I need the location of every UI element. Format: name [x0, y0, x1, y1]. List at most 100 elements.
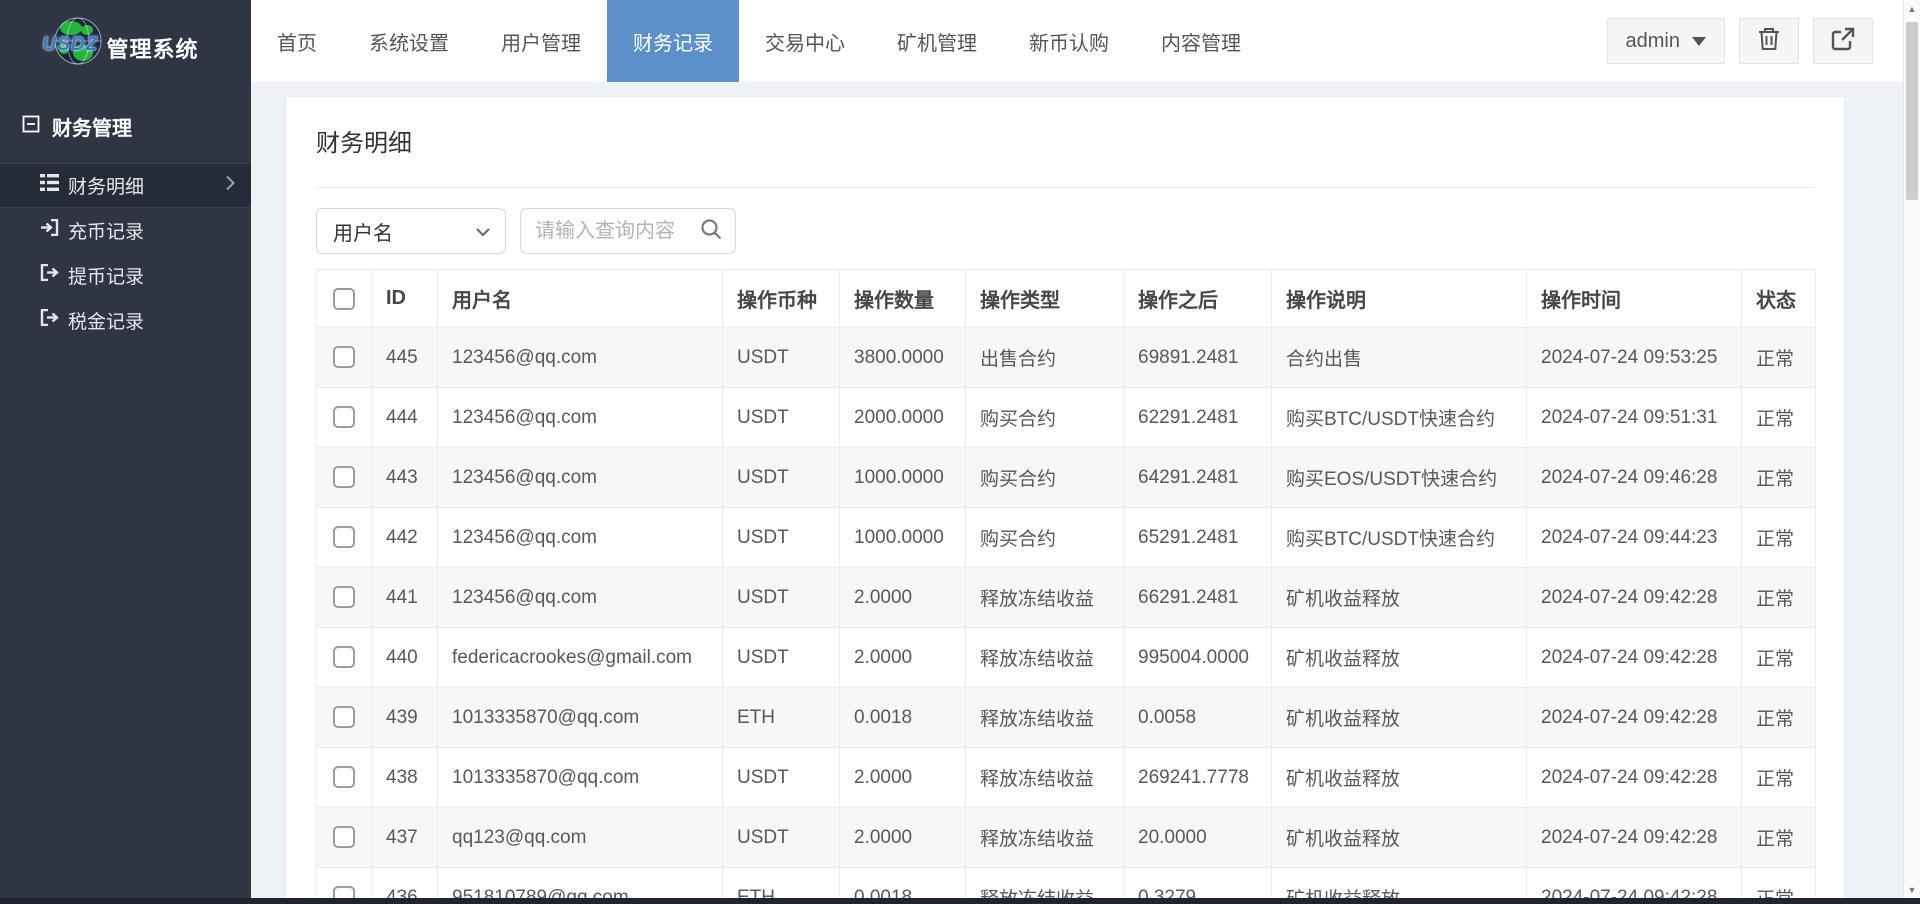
- cell-username: 123456@qq.com: [438, 508, 723, 568]
- globe-logo-icon: USDZ: [52, 15, 104, 67]
- row-checkbox[interactable]: [333, 586, 355, 608]
- cell-after: 62291.2481: [1124, 388, 1272, 448]
- sidebar-section-finance-management[interactable]: 财务管理: [0, 82, 251, 163]
- cell-time: 2024-07-24 09:42:28: [1527, 808, 1742, 868]
- nav-tab-miner-management[interactable]: 矿机管理: [871, 0, 1003, 82]
- nav-tab-user-management[interactable]: 用户管理: [475, 0, 607, 82]
- vertical-scrollbar[interactable]: ▲ ▼: [1903, 0, 1920, 904]
- cell-coin: USDT: [723, 448, 840, 508]
- table-row: 4391013335870@qq.comETH0.0018释放冻结收益0.005…: [317, 688, 1816, 748]
- col-header-note: 操作说明: [1272, 270, 1527, 328]
- caret-down-icon: [1692, 37, 1706, 46]
- cell-username: federicacrookes@gmail.com: [438, 628, 723, 688]
- window-bottom-edge: [0, 898, 1920, 904]
- scroll-up-arrow[interactable]: ▲: [1904, 0, 1920, 17]
- select-all-checkbox[interactable]: [333, 288, 355, 310]
- cell-status: 正常: [1742, 568, 1816, 628]
- cell-coin: USDT: [723, 748, 840, 808]
- table-row: 4381013335870@qq.comUSDT2.0000释放冻结收益2692…: [317, 748, 1816, 808]
- chevron-down-icon: [475, 220, 491, 243]
- cell-time: 2024-07-24 09:42:28: [1527, 568, 1742, 628]
- cell-status: 正常: [1742, 628, 1816, 688]
- sidebar-item-tax-records[interactable]: 税金记录: [0, 298, 251, 343]
- search-icon[interactable]: [699, 217, 723, 246]
- cell-amount: 2.0000: [840, 568, 966, 628]
- sidebar-item-finance-detail[interactable]: 财务明细: [0, 163, 251, 208]
- search-input[interactable]: [535, 220, 699, 243]
- cell-username: qq123@qq.com: [438, 808, 723, 868]
- table-header-row: ID用户名操作币种操作数量操作类型操作之后操作说明操作时间状态: [317, 270, 1816, 328]
- cell-time: 2024-07-24 09:53:25: [1527, 328, 1742, 388]
- row-checkbox[interactable]: [333, 766, 355, 788]
- export-icon: [1830, 26, 1856, 57]
- cell-id: 442: [372, 508, 438, 568]
- cell-op-type: 出售合约: [966, 328, 1124, 388]
- col-header-id: ID: [372, 270, 438, 328]
- sidebar-item-withdraw-records[interactable]: 提币记录: [0, 253, 251, 298]
- cell-note: 矿机收益释放: [1272, 568, 1527, 628]
- sidebar-item-label: 财务明细: [68, 172, 144, 199]
- row-checkbox[interactable]: [333, 646, 355, 668]
- sidebar-menu: 财务明细充币记录提币记录税金记录: [0, 163, 251, 343]
- cell-coin: USDT: [723, 388, 840, 448]
- search-field-select[interactable]: 用户名: [316, 208, 506, 254]
- sidebar-item-deposit-records[interactable]: 充币记录: [0, 208, 251, 253]
- content-card: 财务明细 用户名 ID用户名操作币种操作数量操作类型操作之: [285, 96, 1845, 904]
- table-row: 444123456@qq.comUSDT2000.0000购买合约62291.2…: [317, 388, 1816, 448]
- cell-op-type: 购买合约: [966, 508, 1124, 568]
- nav-tab-new-coin-subscription[interactable]: 新币认购: [1003, 0, 1135, 82]
- cell-time: 2024-07-24 09:42:28: [1527, 628, 1742, 688]
- row-checkbox[interactable]: [333, 706, 355, 728]
- table-row: 443123456@qq.comUSDT1000.0000购买合约64291.2…: [317, 448, 1816, 508]
- cell-amount: 3800.0000: [840, 328, 966, 388]
- cell-amount: 2.0000: [840, 628, 966, 688]
- cell-amount: 2000.0000: [840, 388, 966, 448]
- title-divider: [316, 187, 1814, 188]
- cell-time: 2024-07-24 09:46:28: [1527, 448, 1742, 508]
- cell-id: 445: [372, 328, 438, 388]
- cell-after: 66291.2481: [1124, 568, 1272, 628]
- admin-menu-button[interactable]: admin: [1607, 18, 1725, 64]
- row-checkbox[interactable]: [333, 826, 355, 848]
- cell-after: 65291.2481: [1124, 508, 1272, 568]
- scrollbar-thumb[interactable]: [1906, 22, 1918, 200]
- page-title: 财务明细: [316, 97, 1814, 161]
- cell-op-type: 释放冻结收益: [966, 568, 1124, 628]
- scroll-down-arrow[interactable]: ▼: [1904, 881, 1920, 898]
- cell-after: 269241.7778: [1124, 748, 1272, 808]
- trash-icon: [1757, 26, 1781, 57]
- nav-tab-finance-records[interactable]: 财务记录: [607, 0, 739, 82]
- row-checkbox[interactable]: [333, 466, 355, 488]
- row-checkbox[interactable]: [333, 346, 355, 368]
- top-nav: 首页系统设置用户管理财务记录交易中心矿机管理新币认购内容管理: [251, 0, 1267, 82]
- row-checkbox[interactable]: [333, 526, 355, 548]
- cell-status: 正常: [1742, 328, 1816, 388]
- cell-op-type: 释放冻结收益: [966, 688, 1124, 748]
- cell-note: 矿机收益释放: [1272, 748, 1527, 808]
- cell-coin: USDT: [723, 568, 840, 628]
- nav-tab-trade-center[interactable]: 交易中心: [739, 0, 871, 82]
- trash-button[interactable]: [1739, 18, 1799, 64]
- logout-export-button[interactable]: [1813, 18, 1873, 64]
- row-checkbox[interactable]: [333, 406, 355, 428]
- cell-note: 合约出售: [1272, 328, 1527, 388]
- col-header-status: 状态: [1742, 270, 1816, 328]
- col-header-after: 操作之后: [1124, 270, 1272, 328]
- search-box: [520, 208, 736, 254]
- filter-row: 用户名: [316, 208, 1814, 254]
- cell-note: 购买BTC/USDT快速合约: [1272, 508, 1527, 568]
- nav-tab-home[interactable]: 首页: [251, 0, 343, 82]
- chevron-right-icon: [225, 175, 235, 197]
- cell-coin: USDT: [723, 508, 840, 568]
- cell-note: 矿机收益释放: [1272, 808, 1527, 868]
- cell-username: 123456@qq.com: [438, 388, 723, 448]
- cell-id: 439: [372, 688, 438, 748]
- nav-tab-content-management[interactable]: 内容管理: [1135, 0, 1267, 82]
- cell-after: 69891.2481: [1124, 328, 1272, 388]
- top-actions: admin: [1607, 0, 1903, 82]
- cell-username: 123456@qq.com: [438, 448, 723, 508]
- table-row: 442123456@qq.comUSDT1000.0000购买合约65291.2…: [317, 508, 1816, 568]
- nav-tab-system-settings[interactable]: 系统设置: [343, 0, 475, 82]
- cell-coin: USDT: [723, 808, 840, 868]
- search-field-select-value: 用户名: [333, 217, 393, 246]
